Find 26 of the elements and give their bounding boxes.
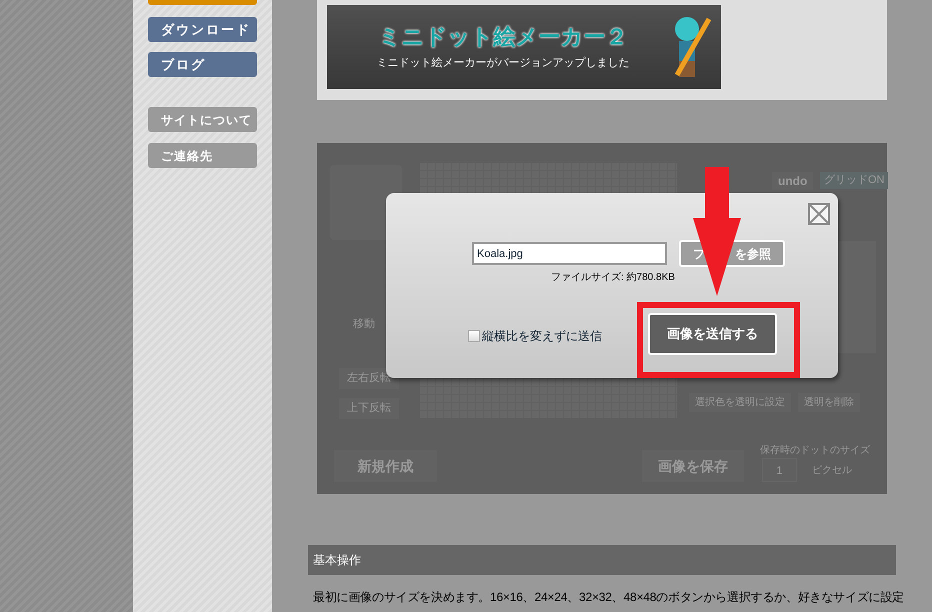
file-name-field[interactable]: Koala.jpg [472,242,667,265]
banner-title: ミニドット絵メーカー２ [378,23,628,50]
dot-size-field[interactable]: 1 [762,458,797,482]
dot-size-unit: ピクセル [812,464,852,478]
save-image-button[interactable]: 画像を保存 [642,450,744,482]
clear-transparent-button[interactable]: 透明を削除 [798,393,860,412]
move-label: 移動 [352,317,375,332]
grid-toggle-button[interactable]: グリッドON [820,172,888,188]
file-size-text: ファイルサイズ: 約780.8KB [551,271,675,285]
keep-ratio-label[interactable]: 縦横比を変えずに送信 [482,327,602,345]
send-image-button[interactable]: 画像を送信する [648,313,777,355]
section-heading: 基本操作 [312,552,361,569]
menu-button[interactable]: ブログ [148,52,257,77]
undo-button[interactable]: undo [772,172,814,190]
dot-size-label: 保存時のドットのサイズ [760,444,870,458]
menu-button[interactable]: ダウンロード [148,17,257,42]
close-icon[interactable] [808,203,830,225]
set-transparent-button[interactable]: 選択色を透明に設定 [688,393,791,412]
menu-button[interactable]: ご連絡先 [148,143,257,168]
keep-ratio-checkbox[interactable] [468,330,480,342]
banner-subtitle: ミニドット絵メーカーがバージョンアップしました [376,56,630,70]
flip-vertical-button[interactable]: 上下反転 [338,398,399,418]
section-text: 最初に画像のサイズを決めます。16×16、24×24、32×32、48×48のボタンから選択するか、好きなサイズに設定 [312,589,904,606]
new-button[interactable]: 新規作成 [334,450,437,482]
menu-button[interactable]: サイトについて [148,107,257,132]
banner-image[interactable]: ミニドット絵メーカー２ ミニドット絵メーカーがバージョンアップしました [326,5,721,89]
